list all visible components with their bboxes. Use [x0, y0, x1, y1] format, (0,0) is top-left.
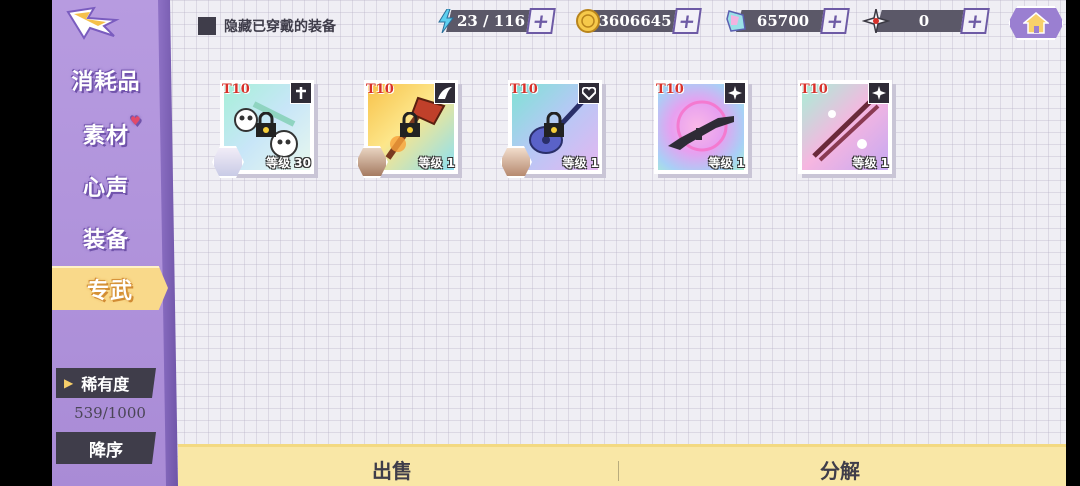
- tab-materials-label: 素材: [82, 124, 129, 149]
- level-label: 等级 1: [418, 156, 455, 170]
- home-button[interactable]: [1008, 6, 1064, 40]
- letterbox-left: [0, 0, 52, 486]
- shuriken-icon: [862, 8, 890, 34]
- gold-value: 3606645: [588, 10, 682, 32]
- tab-voices[interactable]: 心声: [56, 166, 156, 206]
- letterbox-right: [1066, 0, 1080, 486]
- hide-worn-toggle[interactable]: 隐藏已穿戴的装备: [198, 16, 336, 36]
- stamina-counter: 23 / 116 +: [432, 8, 556, 34]
- lock-icon: [541, 111, 567, 138]
- level-label: 等级 1: [852, 156, 889, 170]
- star-burst-icon: [868, 82, 890, 104]
- add-gems-button[interactable]: +: [820, 8, 850, 34]
- cross-icon: [290, 82, 312, 104]
- lock-icon: [397, 111, 423, 138]
- sell-button[interactable]: 出售: [202, 453, 582, 485]
- tab-exclusive-weapons[interactable]: 专武: [52, 266, 168, 310]
- star-burst-icon: [724, 82, 746, 104]
- lock-icon: [253, 111, 279, 138]
- level-label: 等级 1: [562, 156, 599, 170]
- coin-icon: [574, 8, 602, 34]
- token-value: 0: [876, 10, 972, 32]
- hide-worn-label: 隐藏已穿戴的装备: [224, 19, 336, 35]
- weapon-card[interactable]: T10 等级 1: [500, 80, 602, 178]
- gem-value: 65700: [736, 10, 830, 32]
- inventory-background: [52, 0, 1066, 486]
- tier-label: T10: [800, 82, 828, 97]
- action-divider: [618, 461, 619, 481]
- sort-order-button[interactable]: 降序: [56, 432, 156, 464]
- add-gold-button[interactable]: +: [672, 8, 702, 34]
- token-counter: 0 +: [862, 8, 992, 34]
- back-button[interactable]: [62, 4, 124, 42]
- play-triangle-icon: ▶: [64, 376, 74, 390]
- weapon-card[interactable]: T10 等级 1: [798, 80, 892, 174]
- lightning-icon: [432, 8, 460, 34]
- weapon-card[interactable]: T10 等级 1: [356, 80, 458, 178]
- tier-label: T10: [656, 82, 684, 97]
- tab-equipment[interactable]: 装备: [56, 218, 156, 258]
- tier-label: T10: [510, 82, 538, 97]
- inventory-capacity: 539/1000: [74, 404, 146, 422]
- tier-label: T10: [366, 82, 394, 97]
- game-screen: 消耗品 素材 ♥ 心声 装备 专武 ▶ 稀有度 539/1000 降序 隐藏已穿…: [0, 0, 1080, 486]
- gold-counter: 3606645 +: [574, 8, 702, 34]
- rarity-label: 稀有度: [81, 375, 130, 394]
- tab-consumables[interactable]: 消耗品: [56, 60, 156, 100]
- new-heart-icon: ♥: [130, 114, 142, 128]
- action-bar: 出售 分解: [178, 444, 1066, 486]
- crystal-icon: [722, 8, 750, 34]
- wing-icon: [434, 82, 456, 104]
- level-label: 等级 1: [708, 156, 745, 170]
- rarity-filter-button[interactable]: ▶ 稀有度: [56, 368, 156, 398]
- hide-worn-checkbox[interactable]: [198, 17, 216, 35]
- tab-materials[interactable]: 素材 ♥: [56, 114, 156, 154]
- home-icon: [1023, 12, 1049, 34]
- level-label: 等级 30: [266, 156, 311, 170]
- tier-label: T10: [222, 82, 250, 97]
- add-stamina-button[interactable]: +: [526, 8, 556, 34]
- dismantle-button[interactable]: 分解: [650, 453, 1030, 485]
- back-arrow-icon: [66, 6, 120, 40]
- gem-counter: 65700 +: [722, 8, 850, 34]
- weapon-card[interactable]: T10 等级 1: [654, 80, 748, 174]
- heart-icon: [578, 82, 600, 104]
- add-tokens-button[interactable]: +: [960, 8, 990, 34]
- weapon-card[interactable]: T10 等级 30: [212, 80, 314, 178]
